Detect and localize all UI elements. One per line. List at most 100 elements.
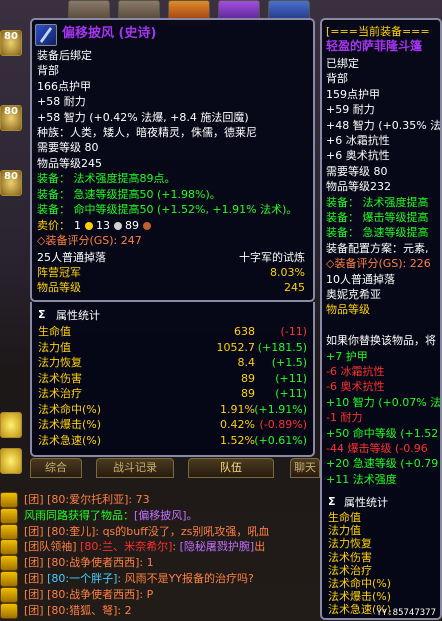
gold-amount: 1 xyxy=(74,219,81,232)
drop-instance: 十字军的试炼 xyxy=(239,251,305,264)
compare-attribute-line: 装备配置方案：元素, xyxy=(326,241,429,255)
chat-message[interactable]: [团] [80:爱尔托利亚]: 73 xyxy=(24,492,324,507)
chat-channel-icon[interactable] xyxy=(0,602,18,619)
compare-attribute-line: 如果你替换该物品，将 xyxy=(326,334,436,348)
stat-label: 法术爆击(%) xyxy=(38,418,102,431)
compare-attribute-line: 背部 xyxy=(326,72,348,86)
compare-attribute-line: 物品等级232 xyxy=(326,180,391,194)
compare-attribute-line: 物品等级 xyxy=(326,303,370,317)
chat-channel-icon[interactable] xyxy=(0,586,18,603)
level-label: 80 xyxy=(4,31,18,42)
stat-value: 1.52% xyxy=(220,433,255,447)
chat-channel-icon[interactable] xyxy=(0,523,18,540)
compare-attribute-line: +11 法术强度 xyxy=(326,472,397,486)
watermark: YY:85747377 xyxy=(374,608,438,618)
chat-text: [团队领袖] xyxy=(24,540,81,554)
gear-score: ◇装备评分(GS): 247 xyxy=(37,234,142,247)
chat-text: [团] [80:爱尔托利亚]: 73 xyxy=(24,493,150,506)
gold-coin-icon xyxy=(84,222,93,230)
compare-header: [===当前装备=== xyxy=(326,25,430,38)
stat-label: 法术治疗 xyxy=(38,387,82,400)
chat-bubble-icon[interactable] xyxy=(0,448,22,474)
item-attribute-line: 背部 xyxy=(37,64,59,78)
chat-text: [80:兰、米奈希尔] xyxy=(80,540,173,554)
compare-attribute-line: +20 急速等级 (+0.79 xyxy=(326,457,439,471)
stat-delta: (-0.89%) xyxy=(259,418,308,431)
item-attribute-line: 需要等级 80 xyxy=(37,141,99,155)
item-level-value: 245 xyxy=(284,281,305,294)
item-attribute-line: 种族：人类，矮人，暗夜精灵，侏儒，德莱尼 xyxy=(37,126,257,139)
sigma-icon: Σ xyxy=(328,495,336,508)
chat-message[interactable]: [团] [80:一个胖子]: 风雨不是YY报备的治疗吗? xyxy=(24,571,324,586)
chat-channel-icon[interactable] xyxy=(0,539,18,556)
chat-channel-icon[interactable] xyxy=(0,507,18,524)
compare-attribute-line: ◇装备评分(GS): 226 xyxy=(326,257,431,271)
chat-message[interactable]: [团] [80:奎儿]: qs的buff没了，zs别吼攻强，吼血 xyxy=(24,524,324,539)
chat-message[interactable]: [团] [80:猎狐、弩]: 2 xyxy=(24,603,324,618)
compare-attribute-line: +10 智力 (+0.07% 法 xyxy=(326,395,442,409)
stats-panel: Σ 属性统计 生命值 638 (-11) 法力值 1052.7 (+181.5) 法力恢复 8… xyxy=(30,302,315,457)
chat-message[interactable]: 风雨同路获得了物品：[偏移披风]。 xyxy=(24,508,324,523)
chat-channel-icon[interactable] xyxy=(0,555,18,572)
item-icon xyxy=(35,24,57,46)
compare-stat-label: 法术命中(%) xyxy=(328,577,392,590)
stat-delta: (+181.5) xyxy=(257,340,307,354)
stat-label: 法术伤害 xyxy=(38,371,82,385)
chat-text: [团] [80:猎狐、弩]: 2 xyxy=(24,603,132,617)
sigma-icon: Σ xyxy=(38,308,46,321)
tab-general[interactable]: 综合 xyxy=(30,458,82,478)
chat-message[interactable]: [团] [80:战争使者西西]: 1 xyxy=(24,555,324,570)
drop-rate: 8.03% xyxy=(270,266,305,279)
item-attribute-line: +58 智力 (+0.42% 法爆, +8.4 施法回魔) xyxy=(37,110,249,124)
item-attribute-line: 装备： 急速等级提高50 (+1.98%)。 xyxy=(37,187,221,201)
chat-channel-icon[interactable] xyxy=(0,492,18,508)
chat-text: [80:一个胖子] xyxy=(47,572,118,585)
item-attribute-line: +58 耐力 xyxy=(37,95,86,109)
chat-log[interactable]: [团] [80:爱尔托利亚]: 73 风雨同路获得了物品：[偏移披风]。 [团] [… xyxy=(0,482,324,621)
compare-item-title: 轻盈的萨菲隆斗篷 xyxy=(326,39,423,53)
faction-label: 阵营冠军 xyxy=(37,266,81,279)
chat-text: 出 xyxy=(254,540,266,554)
silver-amount: 13 xyxy=(96,219,110,232)
tab-chat[interactable]: 聊天 xyxy=(290,458,320,478)
compare-attribute-line: -44 爆击等级 (-0.96 xyxy=(326,442,428,455)
compare-attribute-line: 装备： 爆击等级提高 xyxy=(326,211,429,224)
stat-value: 89 xyxy=(241,371,255,385)
compare-attribute-line: +6 奥术抗性 xyxy=(326,149,390,163)
shield-icon[interactable]: 80 xyxy=(0,170,22,196)
tab-combat-log[interactable]: 战斗记录 xyxy=(96,458,174,478)
compare-attribute-line: 奥妮克希亚 xyxy=(326,288,381,301)
chat-message[interactable]: [团] [80:战争使者西西]: P xyxy=(24,587,324,602)
speaker-icon[interactable] xyxy=(0,412,22,438)
drop-source: 25人普通掉落 xyxy=(37,251,106,264)
shield-icon[interactable]: 80 xyxy=(0,30,22,56)
compare-stat-label: 法术治疗 xyxy=(328,563,372,577)
stat-label: 法术命中(%) xyxy=(38,402,102,416)
sell-price: 1 13 89 xyxy=(74,219,151,232)
stat-value: 0.42% xyxy=(220,418,255,431)
stat-delta: (+11) xyxy=(275,387,307,400)
compare-stat-label: 生命值 xyxy=(328,511,361,524)
stat-label: 法力恢复 xyxy=(38,356,82,369)
compare-attribute-line: +48 智力 (+0.35% 法 xyxy=(326,118,442,132)
chat-text: [团] [80:奎儿]: qs的buff没了，zs别吼攻强，吼血 xyxy=(24,524,270,538)
chat-text: : xyxy=(172,540,180,554)
chat-message[interactable]: [团队领袖] [80:兰、米奈希尔]: [隐秘屠戮护腕]出 xyxy=(24,539,324,554)
sell-price-label: 卖价： xyxy=(37,219,70,232)
level-label: 80 xyxy=(4,171,18,182)
chat-text: [团] [80:战争使者西西]: 1 xyxy=(24,556,154,570)
shield-icon[interactable]: 80 xyxy=(0,105,22,131)
stat-value: 8.4 xyxy=(237,356,256,369)
item-level-label: 物品等级 xyxy=(37,281,81,294)
item-attribute-line: 装备： 法术强度提高89点。 xyxy=(37,172,176,186)
item-attribute-line: 装备后绑定 xyxy=(37,49,92,62)
tab-party[interactable]: 队伍 xyxy=(188,458,274,478)
stat-value: 1052.7 xyxy=(216,340,256,354)
item-attribute-line: 物品等级245 xyxy=(37,156,102,170)
chat-channel-icon[interactable] xyxy=(0,571,18,587)
compare-attribute-line: -1 耐力 xyxy=(326,411,363,425)
stat-delta: (+1.5) xyxy=(271,356,307,369)
stat-delta: (+11) xyxy=(275,371,307,385)
compare-tooltip: [===当前装备=== 轻盈的萨菲隆斗篷 已绑定 背部 159点护甲 +59 耐力 +4… xyxy=(320,18,442,620)
stat-label: 生命值 xyxy=(38,325,71,338)
